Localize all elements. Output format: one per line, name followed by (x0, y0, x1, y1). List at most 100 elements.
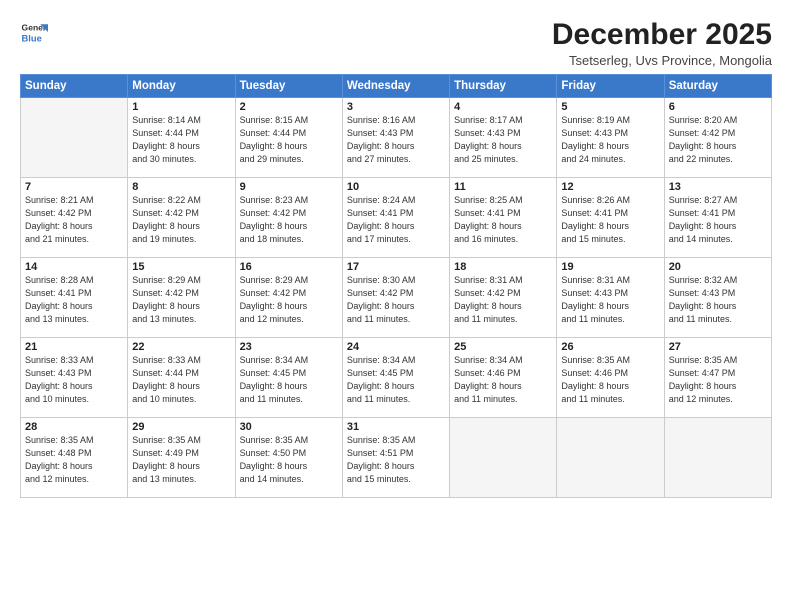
month-title: December 2025 (552, 18, 772, 51)
date-number: 1 (132, 101, 230, 113)
table-row: 24Sunrise: 8:34 AM Sunset: 4:45 PM Dayli… (342, 338, 449, 418)
cell-info: Sunrise: 8:29 AM Sunset: 4:42 PM Dayligh… (132, 274, 230, 326)
table-row: 8Sunrise: 8:22 AM Sunset: 4:42 PM Daylig… (128, 178, 235, 258)
week-row-3: 21Sunrise: 8:33 AM Sunset: 4:43 PM Dayli… (21, 338, 772, 418)
title-block: December 2025 Tsetserleg, Uvs Province, … (552, 18, 772, 68)
table-row: 18Sunrise: 8:31 AM Sunset: 4:42 PM Dayli… (450, 258, 557, 338)
table-row: 28Sunrise: 8:35 AM Sunset: 4:48 PM Dayli… (21, 418, 128, 498)
date-number: 26 (561, 341, 659, 353)
date-number: 18 (454, 261, 552, 273)
table-row: 29Sunrise: 8:35 AM Sunset: 4:49 PM Dayli… (128, 418, 235, 498)
table-row: 11Sunrise: 8:25 AM Sunset: 4:41 PM Dayli… (450, 178, 557, 258)
table-row: 17Sunrise: 8:30 AM Sunset: 4:42 PM Dayli… (342, 258, 449, 338)
table-row: 5Sunrise: 8:19 AM Sunset: 4:43 PM Daylig… (557, 98, 664, 178)
cell-info: Sunrise: 8:25 AM Sunset: 4:41 PM Dayligh… (454, 194, 552, 246)
date-number: 5 (561, 101, 659, 113)
cell-info: Sunrise: 8:33 AM Sunset: 4:43 PM Dayligh… (25, 354, 123, 406)
table-row: 7Sunrise: 8:21 AM Sunset: 4:42 PM Daylig… (21, 178, 128, 258)
table-row: 14Sunrise: 8:28 AM Sunset: 4:41 PM Dayli… (21, 258, 128, 338)
logo-icon: General Blue (20, 18, 48, 46)
date-number: 12 (561, 181, 659, 193)
cell-info: Sunrise: 8:14 AM Sunset: 4:44 PM Dayligh… (132, 114, 230, 166)
cell-info: Sunrise: 8:33 AM Sunset: 4:44 PM Dayligh… (132, 354, 230, 406)
table-row (557, 418, 664, 498)
header-row: Sunday Monday Tuesday Wednesday Thursday… (21, 75, 772, 98)
week-row-4: 28Sunrise: 8:35 AM Sunset: 4:48 PM Dayli… (21, 418, 772, 498)
cell-info: Sunrise: 8:24 AM Sunset: 4:41 PM Dayligh… (347, 194, 445, 246)
table-row: 21Sunrise: 8:33 AM Sunset: 4:43 PM Dayli… (21, 338, 128, 418)
table-row: 26Sunrise: 8:35 AM Sunset: 4:46 PM Dayli… (557, 338, 664, 418)
date-number: 2 (240, 101, 338, 113)
col-friday: Friday (557, 75, 664, 98)
cell-info: Sunrise: 8:28 AM Sunset: 4:41 PM Dayligh… (25, 274, 123, 326)
date-number: 7 (25, 181, 123, 193)
cell-info: Sunrise: 8:26 AM Sunset: 4:41 PM Dayligh… (561, 194, 659, 246)
date-number: 25 (454, 341, 552, 353)
table-row: 27Sunrise: 8:35 AM Sunset: 4:47 PM Dayli… (664, 338, 771, 418)
table-row (21, 98, 128, 178)
table-row: 30Sunrise: 8:35 AM Sunset: 4:50 PM Dayli… (235, 418, 342, 498)
table-row: 1Sunrise: 8:14 AM Sunset: 4:44 PM Daylig… (128, 98, 235, 178)
col-sunday: Sunday (21, 75, 128, 98)
week-row-2: 14Sunrise: 8:28 AM Sunset: 4:41 PM Dayli… (21, 258, 772, 338)
date-number: 31 (347, 421, 445, 433)
table-row: 4Sunrise: 8:17 AM Sunset: 4:43 PM Daylig… (450, 98, 557, 178)
col-wednesday: Wednesday (342, 75, 449, 98)
table-row: 15Sunrise: 8:29 AM Sunset: 4:42 PM Dayli… (128, 258, 235, 338)
cell-info: Sunrise: 8:35 AM Sunset: 4:49 PM Dayligh… (132, 434, 230, 486)
cell-info: Sunrise: 8:19 AM Sunset: 4:43 PM Dayligh… (561, 114, 659, 166)
page: General Blue December 2025 Tsetserleg, U… (0, 0, 792, 612)
date-number: 30 (240, 421, 338, 433)
table-row: 19Sunrise: 8:31 AM Sunset: 4:43 PM Dayli… (557, 258, 664, 338)
col-monday: Monday (128, 75, 235, 98)
week-row-0: 1Sunrise: 8:14 AM Sunset: 4:44 PM Daylig… (21, 98, 772, 178)
cell-info: Sunrise: 8:17 AM Sunset: 4:43 PM Dayligh… (454, 114, 552, 166)
cell-info: Sunrise: 8:27 AM Sunset: 4:41 PM Dayligh… (669, 194, 767, 246)
date-number: 28 (25, 421, 123, 433)
cell-info: Sunrise: 8:31 AM Sunset: 4:42 PM Dayligh… (454, 274, 552, 326)
header: General Blue December 2025 Tsetserleg, U… (20, 18, 772, 68)
table-row: 12Sunrise: 8:26 AM Sunset: 4:41 PM Dayli… (557, 178, 664, 258)
subtitle: Tsetserleg, Uvs Province, Mongolia (552, 53, 772, 68)
cell-info: Sunrise: 8:35 AM Sunset: 4:48 PM Dayligh… (25, 434, 123, 486)
date-number: 20 (669, 261, 767, 273)
date-number: 8 (132, 181, 230, 193)
date-number: 24 (347, 341, 445, 353)
date-number: 3 (347, 101, 445, 113)
calendar-table: Sunday Monday Tuesday Wednesday Thursday… (20, 74, 772, 498)
table-row (664, 418, 771, 498)
cell-info: Sunrise: 8:30 AM Sunset: 4:42 PM Dayligh… (347, 274, 445, 326)
date-number: 23 (240, 341, 338, 353)
cell-info: Sunrise: 8:35 AM Sunset: 4:50 PM Dayligh… (240, 434, 338, 486)
cell-info: Sunrise: 8:35 AM Sunset: 4:51 PM Dayligh… (347, 434, 445, 486)
table-row: 3Sunrise: 8:16 AM Sunset: 4:43 PM Daylig… (342, 98, 449, 178)
cell-info: Sunrise: 8:32 AM Sunset: 4:43 PM Dayligh… (669, 274, 767, 326)
table-row: 23Sunrise: 8:34 AM Sunset: 4:45 PM Dayli… (235, 338, 342, 418)
table-row: 6Sunrise: 8:20 AM Sunset: 4:42 PM Daylig… (664, 98, 771, 178)
table-row: 9Sunrise: 8:23 AM Sunset: 4:42 PM Daylig… (235, 178, 342, 258)
table-row: 20Sunrise: 8:32 AM Sunset: 4:43 PM Dayli… (664, 258, 771, 338)
date-number: 4 (454, 101, 552, 113)
date-number: 11 (454, 181, 552, 193)
cell-info: Sunrise: 8:23 AM Sunset: 4:42 PM Dayligh… (240, 194, 338, 246)
cell-info: Sunrise: 8:34 AM Sunset: 4:45 PM Dayligh… (347, 354, 445, 406)
cell-info: Sunrise: 8:35 AM Sunset: 4:46 PM Dayligh… (561, 354, 659, 406)
table-row: 2Sunrise: 8:15 AM Sunset: 4:44 PM Daylig… (235, 98, 342, 178)
table-row: 31Sunrise: 8:35 AM Sunset: 4:51 PM Dayli… (342, 418, 449, 498)
date-number: 9 (240, 181, 338, 193)
date-number: 29 (132, 421, 230, 433)
table-row: 22Sunrise: 8:33 AM Sunset: 4:44 PM Dayli… (128, 338, 235, 418)
cell-info: Sunrise: 8:34 AM Sunset: 4:46 PM Dayligh… (454, 354, 552, 406)
table-row: 25Sunrise: 8:34 AM Sunset: 4:46 PM Dayli… (450, 338, 557, 418)
table-row (450, 418, 557, 498)
date-number: 19 (561, 261, 659, 273)
table-row: 10Sunrise: 8:24 AM Sunset: 4:41 PM Dayli… (342, 178, 449, 258)
cell-info: Sunrise: 8:31 AM Sunset: 4:43 PM Dayligh… (561, 274, 659, 326)
date-number: 16 (240, 261, 338, 273)
cell-info: Sunrise: 8:20 AM Sunset: 4:42 PM Dayligh… (669, 114, 767, 166)
cell-info: Sunrise: 8:15 AM Sunset: 4:44 PM Dayligh… (240, 114, 338, 166)
date-number: 21 (25, 341, 123, 353)
col-saturday: Saturday (664, 75, 771, 98)
date-number: 10 (347, 181, 445, 193)
cell-info: Sunrise: 8:16 AM Sunset: 4:43 PM Dayligh… (347, 114, 445, 166)
